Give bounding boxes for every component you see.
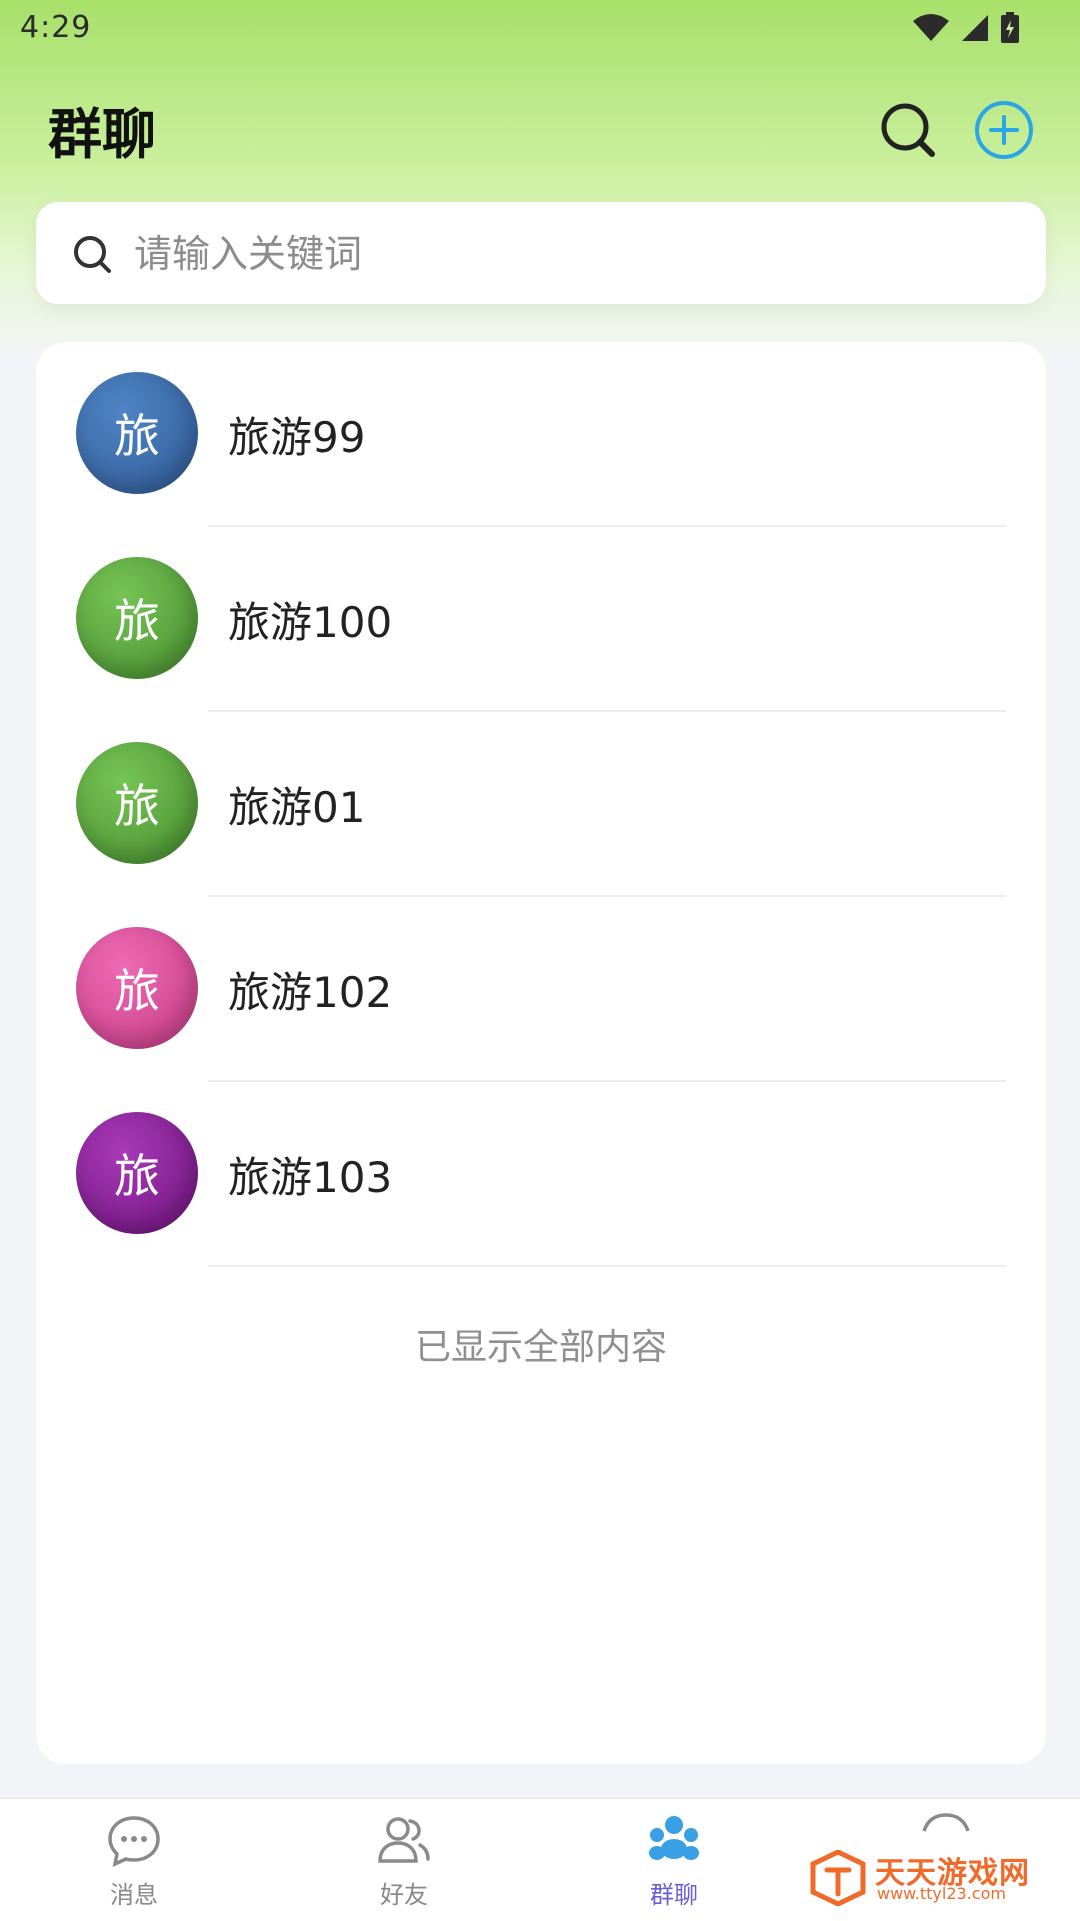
avatar-char: 旅 xyxy=(114,779,160,833)
wifi-icon xyxy=(913,14,949,41)
app-header: 群聊 xyxy=(0,80,1080,180)
watermark: 天天游戏网 www.ttyl23.com xyxy=(805,1848,1045,1908)
tab-group-chat[interactable]: 群聊 xyxy=(594,1813,754,1913)
avatar-char: 旅 xyxy=(114,1149,160,1203)
group-avatar: 旅 xyxy=(76,742,198,864)
group-row[interactable]: 旅 旅游01 xyxy=(36,712,1046,897)
group-chat-icon xyxy=(649,1816,699,1860)
profile-icon[interactable] xyxy=(918,1813,974,1833)
group-name: 旅游99 xyxy=(228,413,366,462)
group-name: 旅游102 xyxy=(228,968,393,1017)
search-icon[interactable] xyxy=(876,98,940,162)
tab-friends[interactable]: 好友 xyxy=(324,1813,484,1913)
search-bar[interactable] xyxy=(36,202,1046,304)
group-name: 旅游103 xyxy=(228,1153,393,1202)
page-title: 群聊 xyxy=(48,103,156,166)
friends-icon xyxy=(378,1817,430,1863)
search-input[interactable] xyxy=(132,218,1016,290)
avatar-char: 旅 xyxy=(114,594,160,648)
tab-label: 好友 xyxy=(380,1881,428,1909)
watermark-logo-icon xyxy=(810,1850,866,1906)
add-icon[interactable] xyxy=(972,98,1036,162)
status-bar: 4:29 xyxy=(0,0,1080,60)
divider xyxy=(208,1265,1006,1267)
list-end-text: 已显示全部内容 xyxy=(414,1327,667,1368)
watermark-url: www.ttyl23.com xyxy=(877,1884,1006,1903)
group-avatar: 旅 xyxy=(76,557,198,679)
group-avatar: 旅 xyxy=(76,372,198,494)
tab-messages[interactable]: 消息 xyxy=(54,1813,214,1913)
avatar-char: 旅 xyxy=(114,409,160,463)
group-row[interactable]: 旅 旅游102 xyxy=(36,897,1046,1082)
avatar-char: 旅 xyxy=(114,964,160,1018)
status-time: 4:29 xyxy=(20,10,92,45)
group-row[interactable]: 旅 旅游99 xyxy=(36,342,1046,527)
tab-label: 群聊 xyxy=(650,1881,698,1909)
group-row[interactable]: 旅 旅游100 xyxy=(36,527,1046,712)
tab-label: 消息 xyxy=(110,1881,158,1909)
search-icon xyxy=(74,236,111,273)
group-row[interactable]: 旅 旅游103 xyxy=(36,1082,1046,1267)
chat-bubble-icon xyxy=(108,1816,160,1868)
group-name: 旅游100 xyxy=(228,598,393,647)
status-icons xyxy=(912,10,1020,46)
group-list: 旅 旅游99 旅 旅游100 旅 旅游01 旅 旅游102 旅 旅游103 已显… xyxy=(36,342,1046,1764)
signal-icon xyxy=(962,15,988,41)
battery-icon xyxy=(1001,12,1019,43)
group-avatar: 旅 xyxy=(76,1112,198,1234)
group-name: 旅游01 xyxy=(228,783,366,832)
group-avatar: 旅 xyxy=(76,927,198,1049)
